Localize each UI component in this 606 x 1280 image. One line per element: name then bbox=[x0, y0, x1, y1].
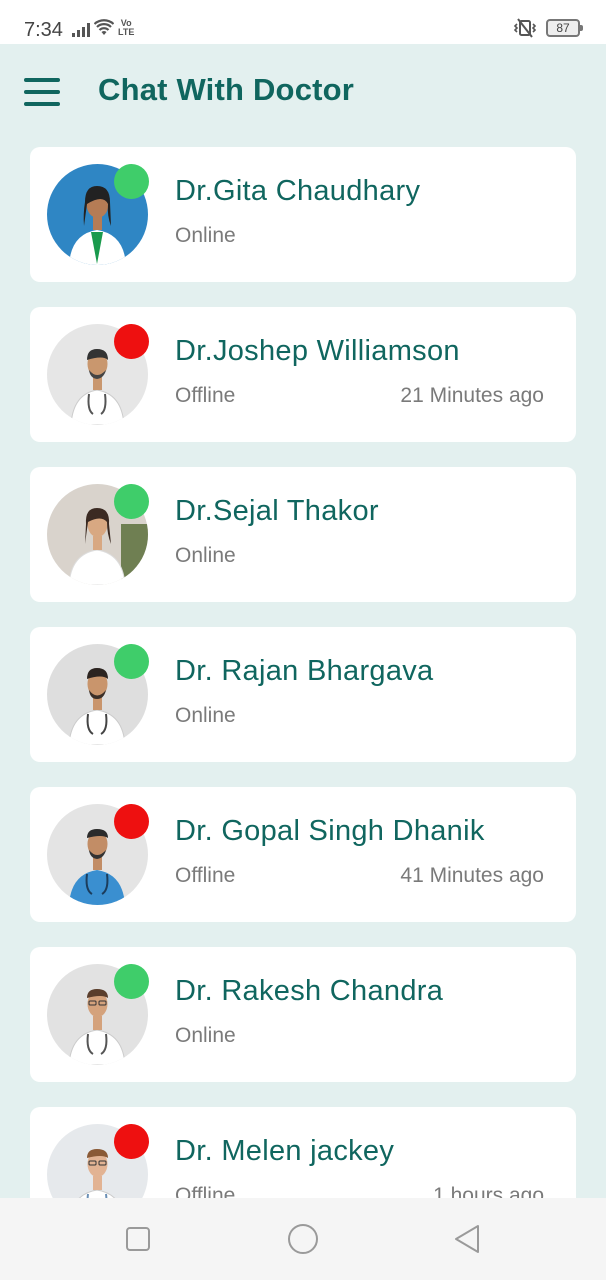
doctor-status: Offline bbox=[175, 1184, 236, 1198]
status-bar: 7:34 Vo LTE 87 bbox=[0, 0, 606, 44]
doctor-card[interactable]: Dr. Gopal Singh Dhanik Offline 41 Minute… bbox=[30, 787, 576, 922]
hamburger-menu-icon[interactable] bbox=[24, 78, 60, 106]
doctor-card[interactable]: Dr.Sejal Thakor Online bbox=[30, 467, 576, 602]
doctor-status: Online bbox=[175, 704, 236, 727]
volte-bottom-label: LTE bbox=[118, 27, 135, 37]
square-recents-icon[interactable] bbox=[122, 1224, 154, 1254]
doctor-status: Online bbox=[175, 224, 236, 247]
triangle-back-icon[interactable] bbox=[452, 1224, 484, 1254]
status-dot bbox=[114, 1124, 149, 1159]
doctor-list: Dr.Gita Chaudhary Online Dr.Joshep Willi… bbox=[30, 147, 576, 1198]
doctor-status: Offline bbox=[175, 864, 236, 887]
doctor-name: Dr. Gopal Singh Dhanik bbox=[175, 815, 485, 847]
doctor-card[interactable]: Dr.Joshep Williamson Offline 21 Minutes … bbox=[30, 307, 576, 442]
doctor-status: Offline bbox=[175, 384, 236, 407]
vibrate-icon bbox=[513, 18, 537, 38]
status-dot bbox=[114, 324, 149, 359]
circle-home-icon[interactable] bbox=[287, 1224, 319, 1254]
doctor-name: Dr.Gita Chaudhary bbox=[175, 175, 421, 207]
status-dot bbox=[114, 804, 149, 839]
status-time: 7:34 bbox=[24, 19, 63, 41]
status-dot bbox=[114, 644, 149, 679]
doctor-name: Dr.Sejal Thakor bbox=[175, 495, 379, 527]
status-dot bbox=[114, 964, 149, 999]
doctor-name: Dr. Rajan Bhargava bbox=[175, 655, 434, 687]
doctor-card[interactable]: Dr. Melen jackey Offline 1 hours ago bbox=[30, 1107, 576, 1198]
status-dot bbox=[114, 484, 149, 519]
status-right: 87 bbox=[512, 18, 583, 38]
page-title: Chat With Doctor bbox=[98, 72, 355, 107]
doctor-card[interactable]: Dr.Gita Chaudhary Online bbox=[30, 147, 576, 282]
doctor-name: Dr.Joshep Williamson bbox=[175, 335, 460, 367]
system-nav-bar bbox=[0, 1198, 606, 1280]
wifi-icon bbox=[94, 19, 114, 35]
last-seen: 41 Minutes ago bbox=[400, 864, 544, 887]
doctor-name: Dr. Rakesh Chandra bbox=[175, 975, 444, 1007]
doctor-status: Online bbox=[175, 544, 236, 567]
status-icons: Vo LTE bbox=[72, 19, 134, 37]
status-dot bbox=[114, 164, 149, 199]
last-seen: 1 hours ago bbox=[433, 1184, 544, 1198]
doctor-card[interactable]: Dr. Rajan Bhargava Online bbox=[30, 627, 576, 762]
doctor-status: Online bbox=[175, 1024, 236, 1047]
volte-icon: Vo LTE bbox=[118, 19, 134, 37]
last-seen: 21 Minutes ago bbox=[400, 384, 544, 407]
signal-icon bbox=[72, 21, 90, 37]
app-header: Chat With Doctor bbox=[0, 44, 606, 144]
doctor-name: Dr. Melen jackey bbox=[175, 1135, 395, 1167]
doctor-card[interactable]: Dr. Rakesh Chandra Online bbox=[30, 947, 576, 1082]
battery-icon: 87 bbox=[546, 19, 583, 37]
